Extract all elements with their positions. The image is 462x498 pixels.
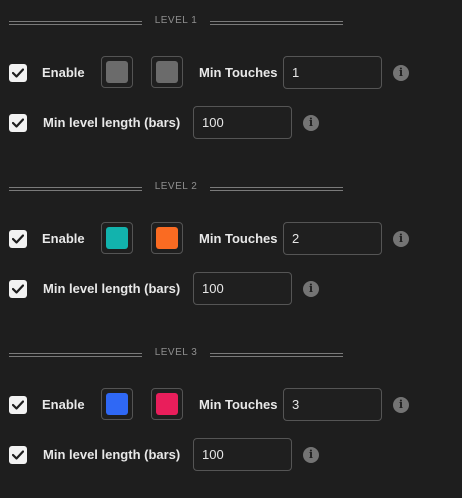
checkmark-icon — [12, 118, 24, 128]
min-length-row: Min level length (bars) i — [0, 438, 462, 472]
enable-label: Enable — [42, 231, 85, 246]
min-length-checkbox[interactable] — [9, 114, 27, 132]
info-icon[interactable]: i — [393, 65, 409, 81]
min-length-input[interactable] — [193, 438, 292, 471]
enable-checkbox[interactable] — [9, 64, 27, 82]
min-length-label: Min level length (bars) — [43, 447, 181, 462]
min-length-row: Min level length (bars) i — [0, 272, 462, 306]
color-swatch-2-fill — [156, 393, 178, 415]
min-length-input[interactable] — [193, 272, 292, 305]
min-length-label: Min level length (bars) — [43, 281, 181, 296]
min-length-checkbox[interactable] — [9, 280, 27, 298]
color-swatch-2-fill — [156, 61, 178, 83]
checkmark-icon — [12, 234, 24, 244]
checkmark-icon — [12, 400, 24, 410]
level-title: LEVEL 1 — [154, 15, 198, 26]
color-swatch-1-fill — [106, 393, 128, 415]
info-icon[interactable]: i — [303, 281, 319, 297]
min-touches-input[interactable] — [283, 388, 382, 421]
divider-right — [210, 21, 343, 25]
enable-row: Enable Min Touches i — [0, 222, 462, 256]
level-section-3: LEVEL 3 Enable Min Touches i Min level l… — [0, 332, 462, 498]
color-swatch-2[interactable] — [151, 388, 183, 420]
divider-right — [210, 187, 343, 191]
min-length-label: Min level length (bars) — [43, 115, 181, 130]
color-swatch-2-fill — [156, 227, 178, 249]
enable-checkbox[interactable] — [9, 230, 27, 248]
min-touches-input[interactable] — [283, 222, 382, 255]
min-touches-input[interactable] — [283, 56, 382, 89]
min-touches-label: Min Touches — [199, 397, 278, 412]
enable-label: Enable — [42, 65, 85, 80]
checkmark-icon — [12, 450, 24, 460]
color-swatch-2[interactable] — [151, 56, 183, 88]
color-swatch-1[interactable] — [101, 56, 133, 88]
info-icon[interactable]: i — [393, 231, 409, 247]
color-swatch-1[interactable] — [101, 222, 133, 254]
info-icon[interactable]: i — [393, 397, 409, 413]
divider-right — [210, 353, 343, 357]
info-icon[interactable]: i — [303, 115, 319, 131]
level-title: LEVEL 3 — [154, 347, 198, 358]
enable-row: Enable Min Touches i — [0, 56, 462, 90]
divider-left — [9, 353, 142, 357]
color-swatch-1[interactable] — [101, 388, 133, 420]
divider-left — [9, 21, 142, 25]
checkmark-icon — [12, 284, 24, 294]
checkmark-icon — [12, 68, 24, 78]
level-title: LEVEL 2 — [154, 181, 198, 192]
level-section-1: LEVEL 1 Enable Min Touches i Min level l… — [0, 0, 462, 166]
level-header: LEVEL 2 — [0, 166, 462, 210]
min-touches-label: Min Touches — [199, 65, 278, 80]
color-swatch-1-fill — [106, 227, 128, 249]
min-length-row: Min level length (bars) i — [0, 106, 462, 140]
min-touches-label: Min Touches — [199, 231, 278, 246]
min-length-input[interactable] — [193, 106, 292, 139]
info-icon[interactable]: i — [303, 447, 319, 463]
level-header: LEVEL 1 — [0, 0, 462, 44]
divider-left — [9, 187, 142, 191]
enable-label: Enable — [42, 397, 85, 412]
level-section-2: LEVEL 2 Enable Min Touches i Min level l… — [0, 166, 462, 332]
enable-row: Enable Min Touches i — [0, 388, 462, 422]
color-swatch-2[interactable] — [151, 222, 183, 254]
enable-checkbox[interactable] — [9, 396, 27, 414]
min-length-checkbox[interactable] — [9, 446, 27, 464]
level-header: LEVEL 3 — [0, 332, 462, 376]
color-swatch-1-fill — [106, 61, 128, 83]
